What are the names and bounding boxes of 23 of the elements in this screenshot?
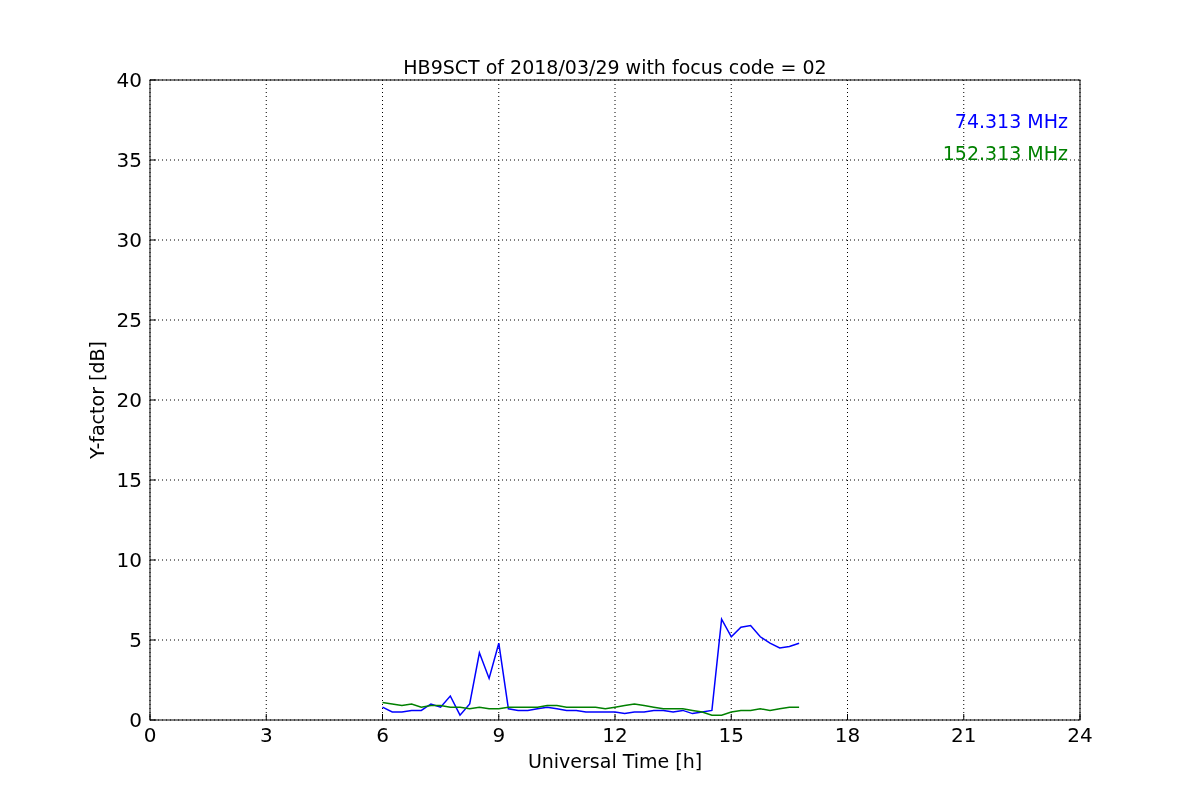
y-tick-label: 35 <box>116 148 142 172</box>
x-tick-label: 15 <box>718 723 744 747</box>
chart-title: HB9SCT of 2018/03/29 with focus code = 02 <box>403 56 827 78</box>
x-tick-label: 9 <box>492 723 506 747</box>
y-tick-label: 10 <box>116 548 142 572</box>
y-tick-label: 20 <box>116 388 142 412</box>
x-tick-label: 6 <box>376 723 389 747</box>
x-tick-label: 12 <box>602 723 628 747</box>
x-tick-label: 21 <box>951 723 977 747</box>
y-tick-label: 30 <box>116 228 142 252</box>
x-tick-label: 0 <box>143 723 157 747</box>
y-tick-label: 0 <box>129 708 142 732</box>
x-tick-label: 24 <box>1067 723 1093 747</box>
x-tick-label: 18 <box>834 723 861 747</box>
y-axis-label: Y-factor [dB] <box>86 341 108 459</box>
y-tick-label: 40 <box>116 68 142 92</box>
y-tick-label: 5 <box>129 628 142 652</box>
y-tick-label: 15 <box>116 468 142 492</box>
x-axis-label: Universal Time [h] <box>527 750 703 772</box>
legend-label: 74.313 MHz <box>954 110 1068 132</box>
y-tick-label: 25 <box>116 308 142 332</box>
x-tick-label: 3 <box>259 723 273 747</box>
legend-label: 152.313 MHz <box>942 142 1068 164</box>
